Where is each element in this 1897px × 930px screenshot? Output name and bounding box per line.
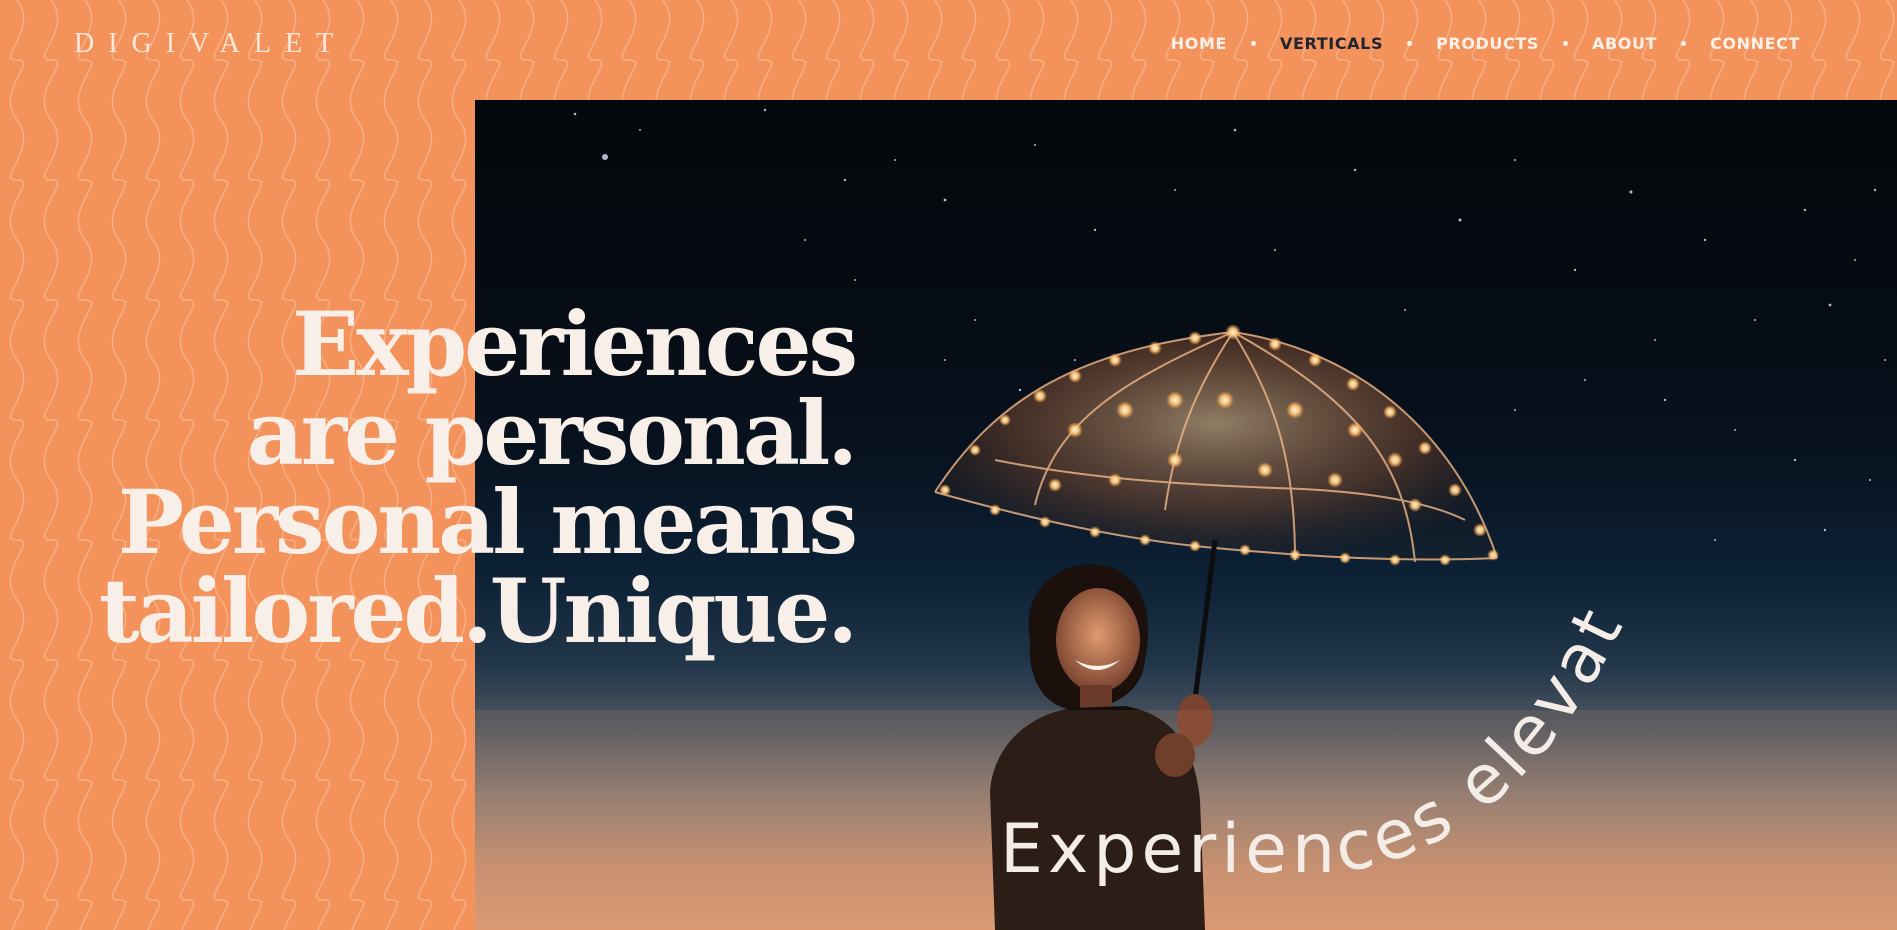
- nav-separator-dot: [1681, 41, 1687, 46]
- hero-tagline: Experiences elevated: [966, 528, 1636, 889]
- logo[interactable]: DIGIVALET: [74, 28, 347, 60]
- nav-separator-dot: [1562, 41, 1568, 46]
- nav-connect[interactable]: CONNECT: [1710, 34, 1800, 53]
- headline-line-3: Personal means: [117, 470, 858, 574]
- headline-line-1: Experiences: [292, 292, 858, 396]
- site-header: DIGIVALET HOME VERTICALS PRODUCTS ABOUT …: [0, 0, 1897, 100]
- nav-verticals[interactable]: VERTICALS: [1280, 34, 1383, 53]
- main-nav: HOME VERTICALS PRODUCTS ABOUT CONNECT: [1171, 34, 1800, 53]
- nav-about[interactable]: ABOUT: [1592, 34, 1657, 53]
- nav-products[interactable]: PRODUCTS: [1436, 34, 1539, 53]
- headline-line-4: tailored.Unique.: [98, 559, 858, 663]
- nav-separator-dot: [1407, 41, 1413, 46]
- hero-headline: Experiences are personal. Personal means…: [98, 292, 858, 663]
- nav-separator-dot: [1251, 41, 1257, 46]
- headline-line-2: are personal.: [246, 381, 858, 485]
- nav-home[interactable]: HOME: [1171, 34, 1227, 53]
